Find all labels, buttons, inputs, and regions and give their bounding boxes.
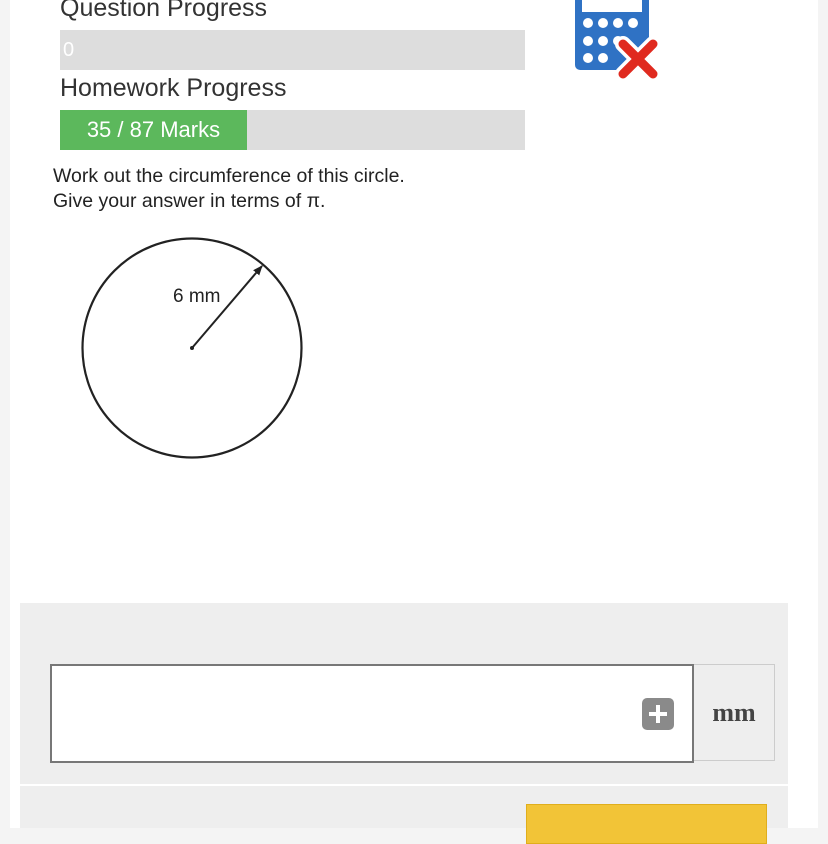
- submit-button[interactable]: [526, 804, 767, 844]
- radius-label: 6 mm: [173, 286, 221, 307]
- answer-unit: mm: [694, 664, 775, 761]
- question-progress-bar: 0: [60, 30, 525, 70]
- question-progress-label: Question Progress: [60, 0, 268, 22]
- plus-icon[interactable]: [642, 698, 674, 730]
- question-text: Work out the circumference of this circl…: [53, 164, 405, 214]
- radius-arrow: [191, 265, 263, 349]
- homework-progress-label: Homework Progress: [60, 74, 287, 102]
- answer-input[interactable]: [50, 664, 694, 763]
- calculator-icon: [575, 0, 661, 82]
- homework-progress-fill: 35 / 87 Marks: [60, 110, 247, 150]
- answer-panel: mm: [20, 603, 788, 784]
- circle-diagram: 6 mm: [80, 232, 320, 477]
- answer-row: mm: [50, 664, 775, 763]
- footer-bar: [20, 786, 788, 844]
- question-line-2: Give your answer in terms of π.: [53, 190, 326, 212]
- homework-progress-bar: 35 / 87 Marks: [60, 110, 525, 150]
- question-progress-value: 0: [63, 39, 75, 61]
- question-line-1: Work out the circumference of this circl…: [53, 165, 405, 187]
- calculator-not-allowed: [573, 0, 673, 90]
